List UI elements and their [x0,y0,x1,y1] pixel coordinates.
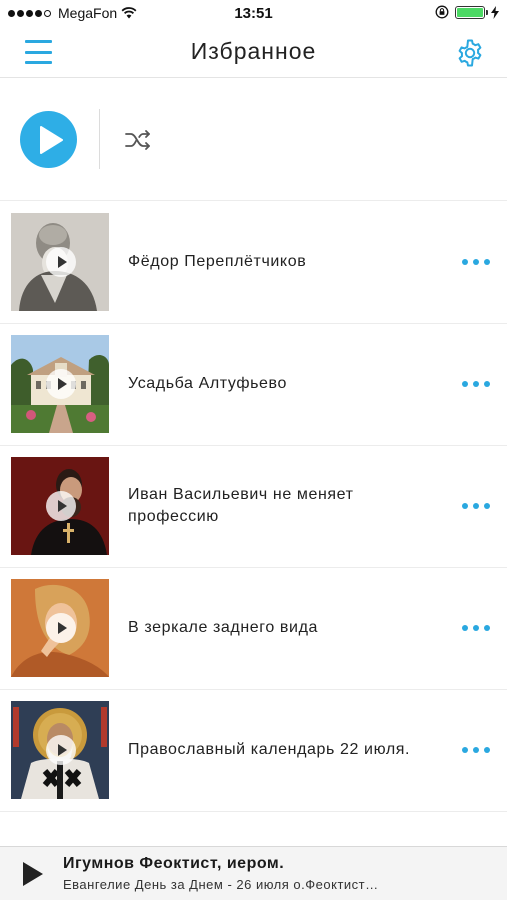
list-item-title: Усадьба Алтуфьево [128,375,287,392]
battery-icon [455,5,488,19]
list-item[interactable]: Усадьба Алтуфьево [0,324,507,446]
play-all-button[interactable] [20,111,77,168]
thumbnail-play-icon[interactable] [46,491,76,521]
status-bar: MegaFon 13:51 [0,0,507,28]
mini-player[interactable]: Игумнов Феоктист, иером. Евангелие День … [0,846,507,900]
thumbnail-play-icon[interactable] [46,369,76,399]
shuffle-icon[interactable] [124,128,152,152]
player-title: Игумнов Феоктист, иером. [63,855,285,872]
list-item-title: Фёдор Переплётчиков [128,253,307,270]
thumbnail-play-icon[interactable] [46,613,76,643]
thumbnail-play-icon[interactable] [46,735,76,765]
list-item[interactable]: Православный календарь 22 июля. [0,690,507,812]
list-item-title: Православный календарь 22 июля. [128,741,411,758]
woman-photo-icon [11,579,109,677]
charging-icon [491,5,499,19]
orientation-lock-icon [435,5,449,19]
more-options-icon[interactable] [462,746,490,754]
portrait-photo-icon [11,213,109,311]
player-subtitle: Евангелие День за Днем - 26 июля о.Феокт… [63,877,379,892]
status-right [435,5,499,19]
page-title: Избранное [190,38,317,64]
playback-controls [0,80,507,201]
play-icon [40,126,63,154]
thumbnail-play-icon[interactable] [46,247,76,277]
more-options-icon[interactable] [462,624,490,632]
status-time: 13:51 [234,5,273,22]
icon-painting-icon [11,701,109,799]
list-item[interactable]: В зеркале заднего вида [0,568,507,690]
player-play-icon[interactable] [21,861,43,887]
app-header: Избранное [0,28,507,78]
list-item-title: Иван Васильевич не меняет профессию [128,486,354,525]
gear-icon[interactable] [455,38,485,68]
more-options-icon[interactable] [462,258,490,266]
controls-divider [99,109,100,169]
priest-photo-icon [11,457,109,555]
list-item-title: В зеркале заднего вида [128,619,319,636]
more-options-icon[interactable] [462,380,490,388]
estate-photo-icon [11,335,109,433]
list-item[interactable]: Фёдор Переплётчиков [0,202,507,324]
more-options-icon[interactable] [462,502,490,510]
list-item[interactable]: Иван Васильевич не меняет профессию [0,446,507,568]
